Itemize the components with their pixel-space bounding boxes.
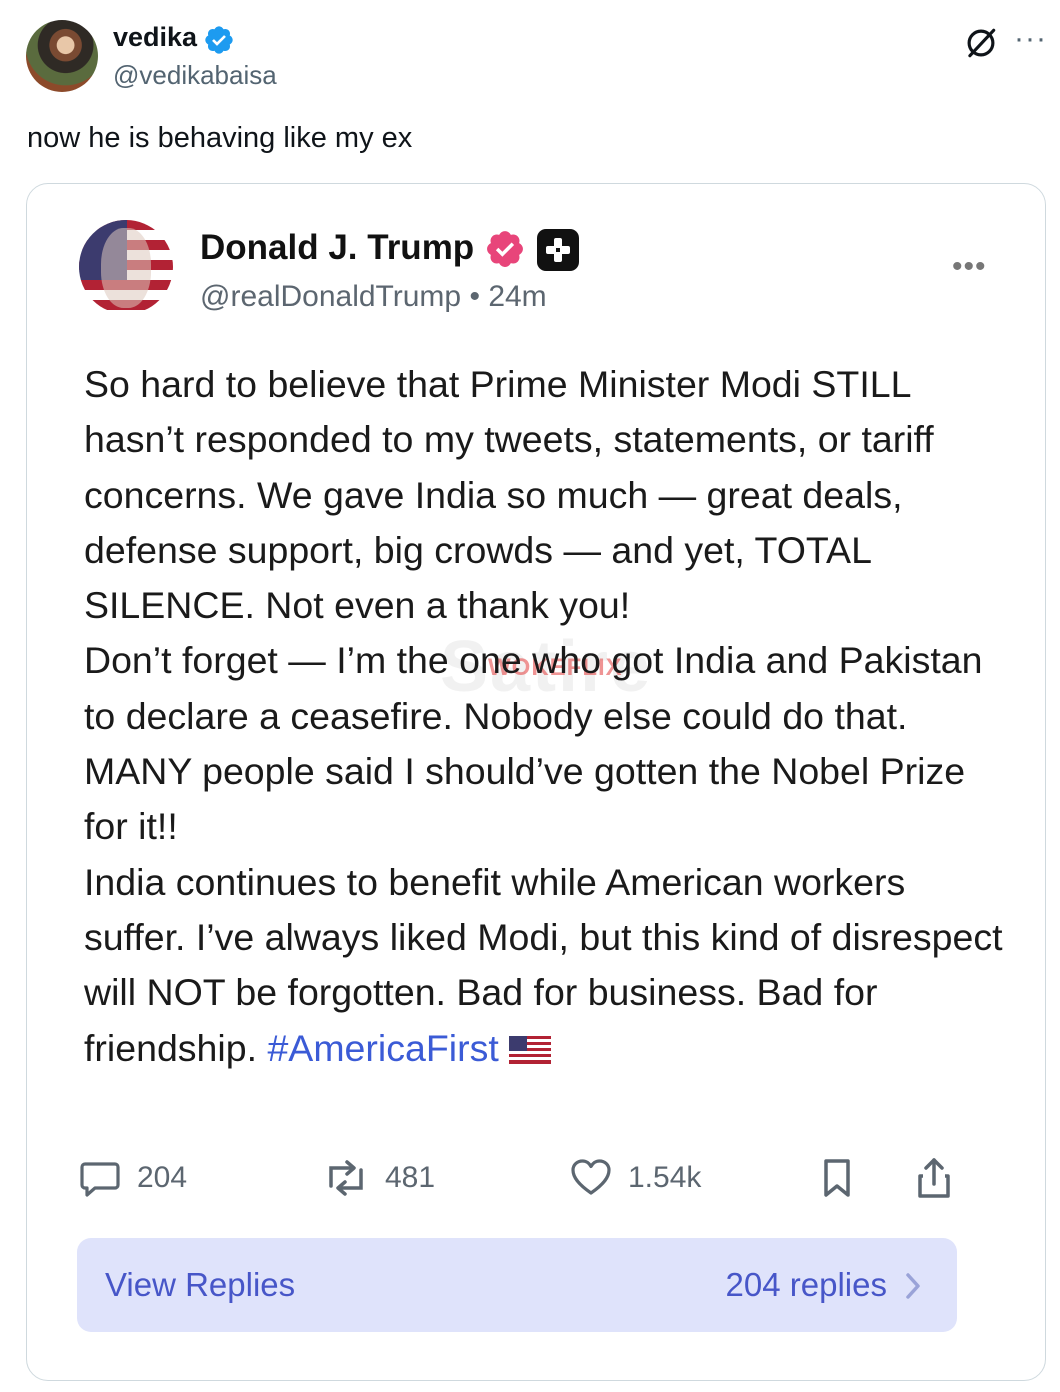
chevron-right-icon: [906, 1273, 920, 1299]
post-time: 24m: [488, 280, 547, 313]
author-display-name[interactable]: vedika: [113, 22, 197, 53]
post-paragraph: India continues to benefit while America…: [84, 855, 1004, 1076]
embedded-handle: @realDonaldTrump: [200, 280, 462, 313]
bookmark-icon: [824, 1159, 850, 1197]
view-replies-label: View Replies: [105, 1266, 296, 1303]
post-paragraph: Don’t forget — I’m the one who got India…: [84, 639, 983, 848]
author-handle[interactable]: @vedikabaisa: [113, 60, 277, 91]
heart-icon: [571, 1159, 611, 1195]
view-replies-bar: View Replies 204 replies: [77, 1238, 957, 1332]
more-options-icon[interactable]: ···: [1014, 22, 1047, 56]
reply-count: 204: [137, 1161, 188, 1194]
embedded-author-avatar: [79, 220, 173, 314]
post-paragraph: So hard to believe that Prime Minister M…: [84, 363, 934, 627]
embedded-post-image[interactable]: Donald J. Trump @realDonaldTrump • 24m •…: [26, 183, 1046, 1381]
like-action: 1.54k: [570, 1156, 701, 1200]
plus-badge-icon: [537, 229, 579, 271]
replies-count-label: 204 replies: [725, 1266, 887, 1303]
separator-dot: •: [469, 280, 480, 313]
comment-icon: [80, 1162, 120, 1197]
verified-badge-icon: [205, 26, 233, 54]
grok-icon[interactable]: [962, 24, 1000, 62]
tweet-text: now he is behaving like my ex: [27, 122, 413, 154]
share-action: [915, 1156, 969, 1200]
author-avatar[interactable]: [26, 20, 98, 92]
embedded-more-icon: •••: [952, 250, 987, 283]
embedded-post-text: So hard to believe that Prime Minister M…: [84, 357, 1004, 1076]
reply-action: 204: [79, 1156, 187, 1200]
repost-action: 481: [323, 1156, 435, 1200]
bookmark-action: [821, 1156, 869, 1200]
embedded-handle-line: @realDonaldTrump • 24m: [200, 280, 547, 314]
share-icon: [918, 1158, 950, 1198]
verified-badge-icon: [487, 231, 523, 267]
hashtag-link: #AmericaFirst: [267, 1026, 499, 1069]
embedded-author-name: Donald J. Trump: [200, 228, 475, 267]
repost-count: 481: [385, 1161, 436, 1194]
like-count: 1.54k: [628, 1161, 702, 1194]
repost-icon: [329, 1160, 363, 1196]
us-flag-icon: [508, 1035, 551, 1064]
